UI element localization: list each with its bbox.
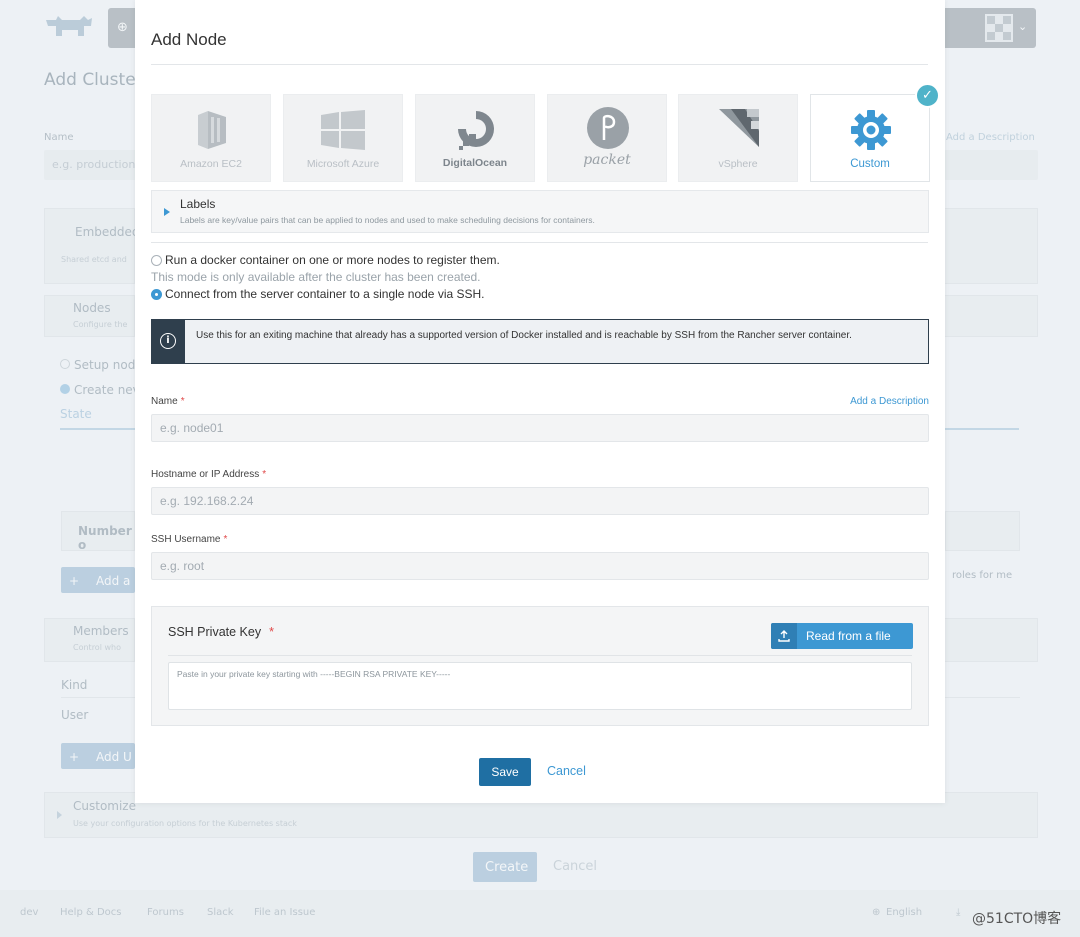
digitalocean-icon xyxy=(458,111,494,150)
driver-label: vSphere xyxy=(718,158,758,170)
modal-title: Add Node xyxy=(151,30,227,49)
hostname-label: Hostname or IP Address * xyxy=(151,469,267,480)
name-input[interactable] xyxy=(151,414,929,442)
driver-label: Custom xyxy=(850,158,890,170)
labels-description: Labels are key/value pairs that can be a… xyxy=(180,215,595,225)
hostname-input[interactable] xyxy=(151,487,929,515)
driver-label: packet xyxy=(583,152,631,168)
driver-amazon-ec2[interactable]: Amazon EC2 xyxy=(151,94,271,182)
cancel-link[interactable]: Cancel xyxy=(547,764,586,778)
section-divider xyxy=(151,242,928,243)
name-label: Name * xyxy=(151,396,185,407)
microsoft-azure-icon xyxy=(321,110,365,150)
driver-digitalocean[interactable]: DigitalOcean xyxy=(415,94,535,182)
driver-microsoft-azure[interactable]: Microsoft Azure xyxy=(283,94,403,182)
ssh-key-textarea[interactable] xyxy=(168,662,912,710)
option-docker-container-label: Run a docker container on one or more no… xyxy=(165,253,500,267)
upload-icon xyxy=(771,623,797,649)
ssh-key-title: SSH Private Key * xyxy=(168,625,274,639)
radio-ssh[interactable] xyxy=(151,289,162,300)
ssh-username-label: SSH Username * xyxy=(151,534,228,545)
vsphere-icon xyxy=(719,109,759,147)
amazon-ec2-icon xyxy=(198,111,226,149)
option-ssh-label: Connect from the server container to a s… xyxy=(165,287,485,301)
info-icon-wrap: i xyxy=(152,320,185,363)
add-description-link[interactable]: Add a Description xyxy=(850,396,929,407)
selected-check-icon: ✓ xyxy=(915,83,940,108)
info-icon: i xyxy=(160,333,176,349)
labels-accordion[interactable]: Labels Labels are key/value pairs that c… xyxy=(151,190,929,233)
labels-title: Labels xyxy=(180,197,216,211)
driver-custom[interactable]: Custom xyxy=(810,94,930,182)
title-divider xyxy=(151,64,928,65)
gear-icon xyxy=(851,110,891,150)
driver-label: DigitalOcean xyxy=(442,157,508,169)
caret-right-icon xyxy=(164,208,170,216)
driver-label: Amazon EC2 xyxy=(180,158,242,170)
radio-docker-container[interactable] xyxy=(151,255,162,266)
watermark: @51CTO博客 xyxy=(972,911,1062,927)
driver-vsphere[interactable]: vSphere xyxy=(678,94,798,182)
ssh-key-divider xyxy=(168,655,912,656)
info-text: Use this for an exiting machine that alr… xyxy=(196,330,852,341)
option-docker-container-note: This mode is only available after the cl… xyxy=(151,270,481,284)
add-node-modal: Add Node Amazon EC2 Microsoft Azure Digi… xyxy=(135,0,945,803)
ssh-key-panel: SSH Private Key * Read from a file xyxy=(151,606,929,726)
ssh-username-input[interactable] xyxy=(151,552,929,580)
packet-icon xyxy=(587,107,629,149)
driver-packet[interactable]: packet xyxy=(547,94,667,182)
driver-label: Microsoft Azure xyxy=(306,158,380,170)
save-button[interactable]: Save xyxy=(479,758,531,786)
read-from-file-label: Read from a file xyxy=(806,629,891,643)
info-banner: i Use this for an exiting machine that a… xyxy=(151,319,929,364)
read-from-file-button[interactable]: Read from a file xyxy=(771,623,913,649)
